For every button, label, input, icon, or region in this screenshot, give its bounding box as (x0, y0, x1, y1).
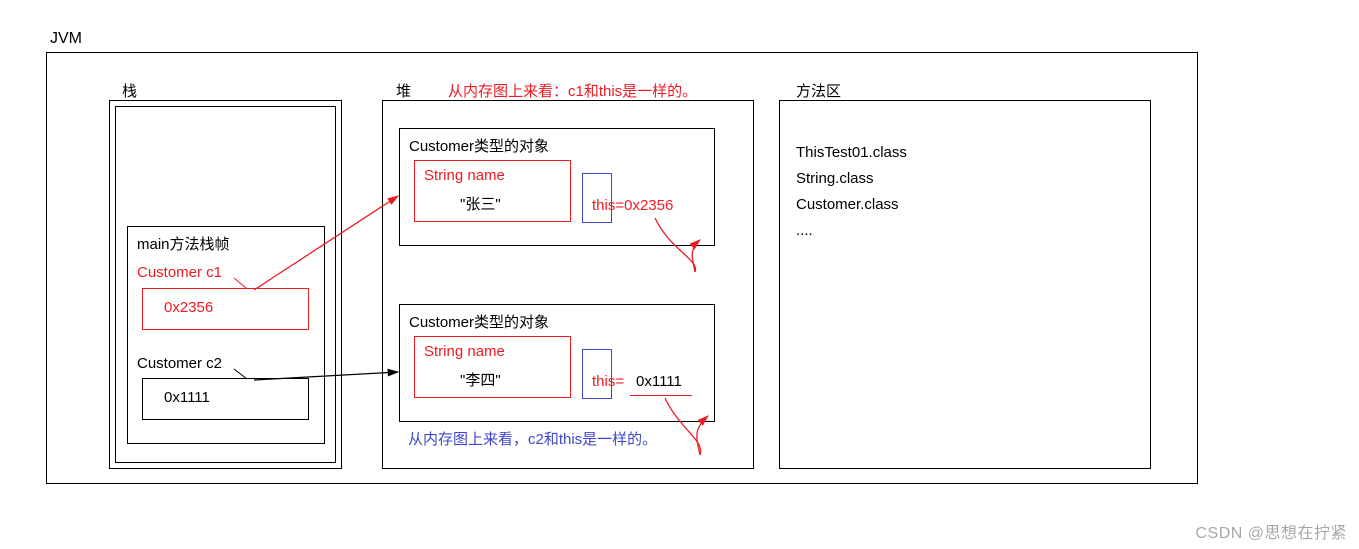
stack-label: 栈 (122, 80, 137, 101)
c2-addr: 0x1111 (164, 389, 210, 406)
c2-decl: Customer c2 (137, 355, 222, 372)
ma-line3: Customer.class (796, 196, 899, 213)
obj2-field-value: "李四" (460, 369, 501, 390)
obj1-field-label: String name (424, 167, 505, 184)
obj2-addr-underline (630, 395, 692, 396)
ma-line2: String.class (796, 170, 874, 187)
c1-addr: 0x2356 (164, 299, 213, 316)
obj2-this-label: this= (592, 373, 624, 390)
obj1-this: this=0x2356 (592, 197, 673, 214)
obj1-field-value: "张三" (460, 193, 501, 214)
stack-frame-title: main方法栈帧 (137, 233, 230, 254)
heap-label: 堆 (396, 80, 411, 101)
ma-line1: ThisTest01.class (796, 144, 907, 161)
diagram-canvas: { "title": "JVM", "stack": { "label": "栈… (0, 0, 1359, 549)
method-area-label: 方法区 (796, 80, 841, 101)
jvm-title: JVM (50, 30, 82, 48)
ma-line4: .... (796, 222, 813, 239)
obj2-field-label: String name (424, 343, 505, 360)
heap-note-bottom: 从内存图上来看，c2和this是一样的。 (408, 430, 698, 450)
obj1-title: Customer类型的对象 (409, 135, 549, 156)
obj2-title: Customer类型的对象 (409, 311, 549, 332)
watermark: CSDN @思想在拧紧 (1195, 519, 1347, 543)
heap-note-top: 从内存图上来看：c1和this是一样的。 (448, 80, 697, 101)
obj2-this-addr: 0x1111 (636, 373, 682, 390)
c1-decl: Customer c1 (137, 264, 222, 281)
